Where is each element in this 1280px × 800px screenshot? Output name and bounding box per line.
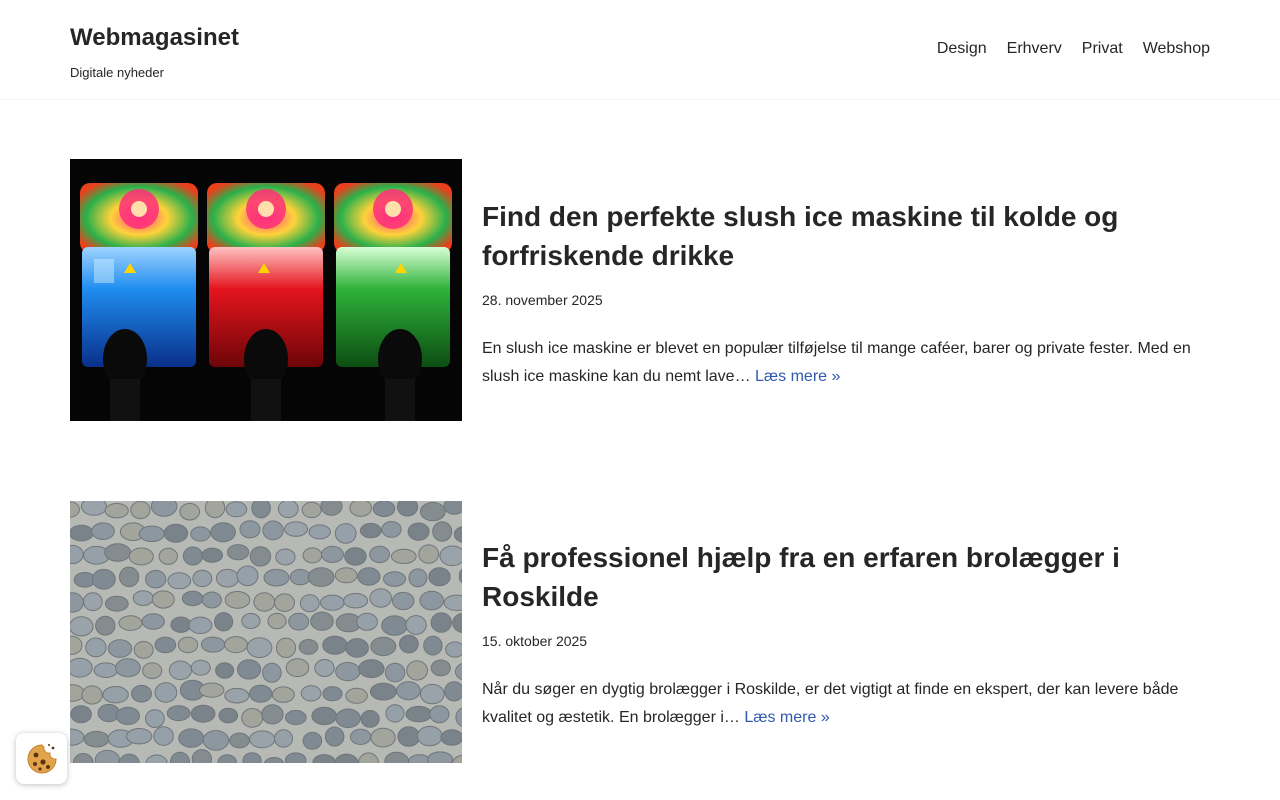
post-title-link[interactable]: Få professionel hjælp fra en erfaren bro…: [482, 538, 1210, 616]
site-title-link[interactable]: Webmagasinet: [70, 23, 239, 53]
post-date: 28. november 2025: [482, 292, 603, 308]
read-more-link[interactable]: Læs mere »: [744, 709, 829, 726]
nav-item-design[interactable]: Design: [937, 39, 987, 59]
post-excerpt-text: Når du søger en dygtig brolægger i Roski…: [482, 681, 1179, 726]
brand: Webmagasinet Digitale nyheder: [70, 23, 239, 81]
nav-item-webshop[interactable]: Webshop: [1143, 39, 1210, 59]
post-thumbnail-slush-machine[interactable]: [70, 159, 462, 421]
primary-nav: Design Erhverv Privat Webshop: [937, 39, 1210, 59]
post-excerpt: Når du søger en dygtig brolægger i Roski…: [482, 676, 1210, 731]
cookie-consent-button[interactable]: [16, 733, 67, 784]
post-body: Find den perfekte slush ice maskine til …: [482, 159, 1210, 390]
post-title-link[interactable]: Find den perfekte slush ice maskine til …: [482, 197, 1210, 275]
slush-machine-image: [70, 159, 462, 421]
cobblestone-image: [70, 501, 462, 763]
read-more-link[interactable]: Læs mere »: [755, 368, 840, 385]
nav-item-privat[interactable]: Privat: [1082, 39, 1123, 59]
post-thumbnail-cobblestones[interactable]: [70, 501, 462, 763]
post-date: 15. oktober 2025: [482, 633, 588, 649]
post-body: Få professionel hjælp fra en erfaren bro…: [482, 501, 1210, 731]
post-excerpt: En slush ice maskine er blevet en populæ…: [482, 335, 1210, 390]
cookie-icon: [27, 743, 57, 773]
site-tagline: Digitale nyheder: [70, 65, 164, 80]
nav-item-erhverv[interactable]: Erhverv: [1007, 39, 1062, 59]
site-header: Webmagasinet Digitale nyheder Design Erh…: [0, 0, 1280, 100]
